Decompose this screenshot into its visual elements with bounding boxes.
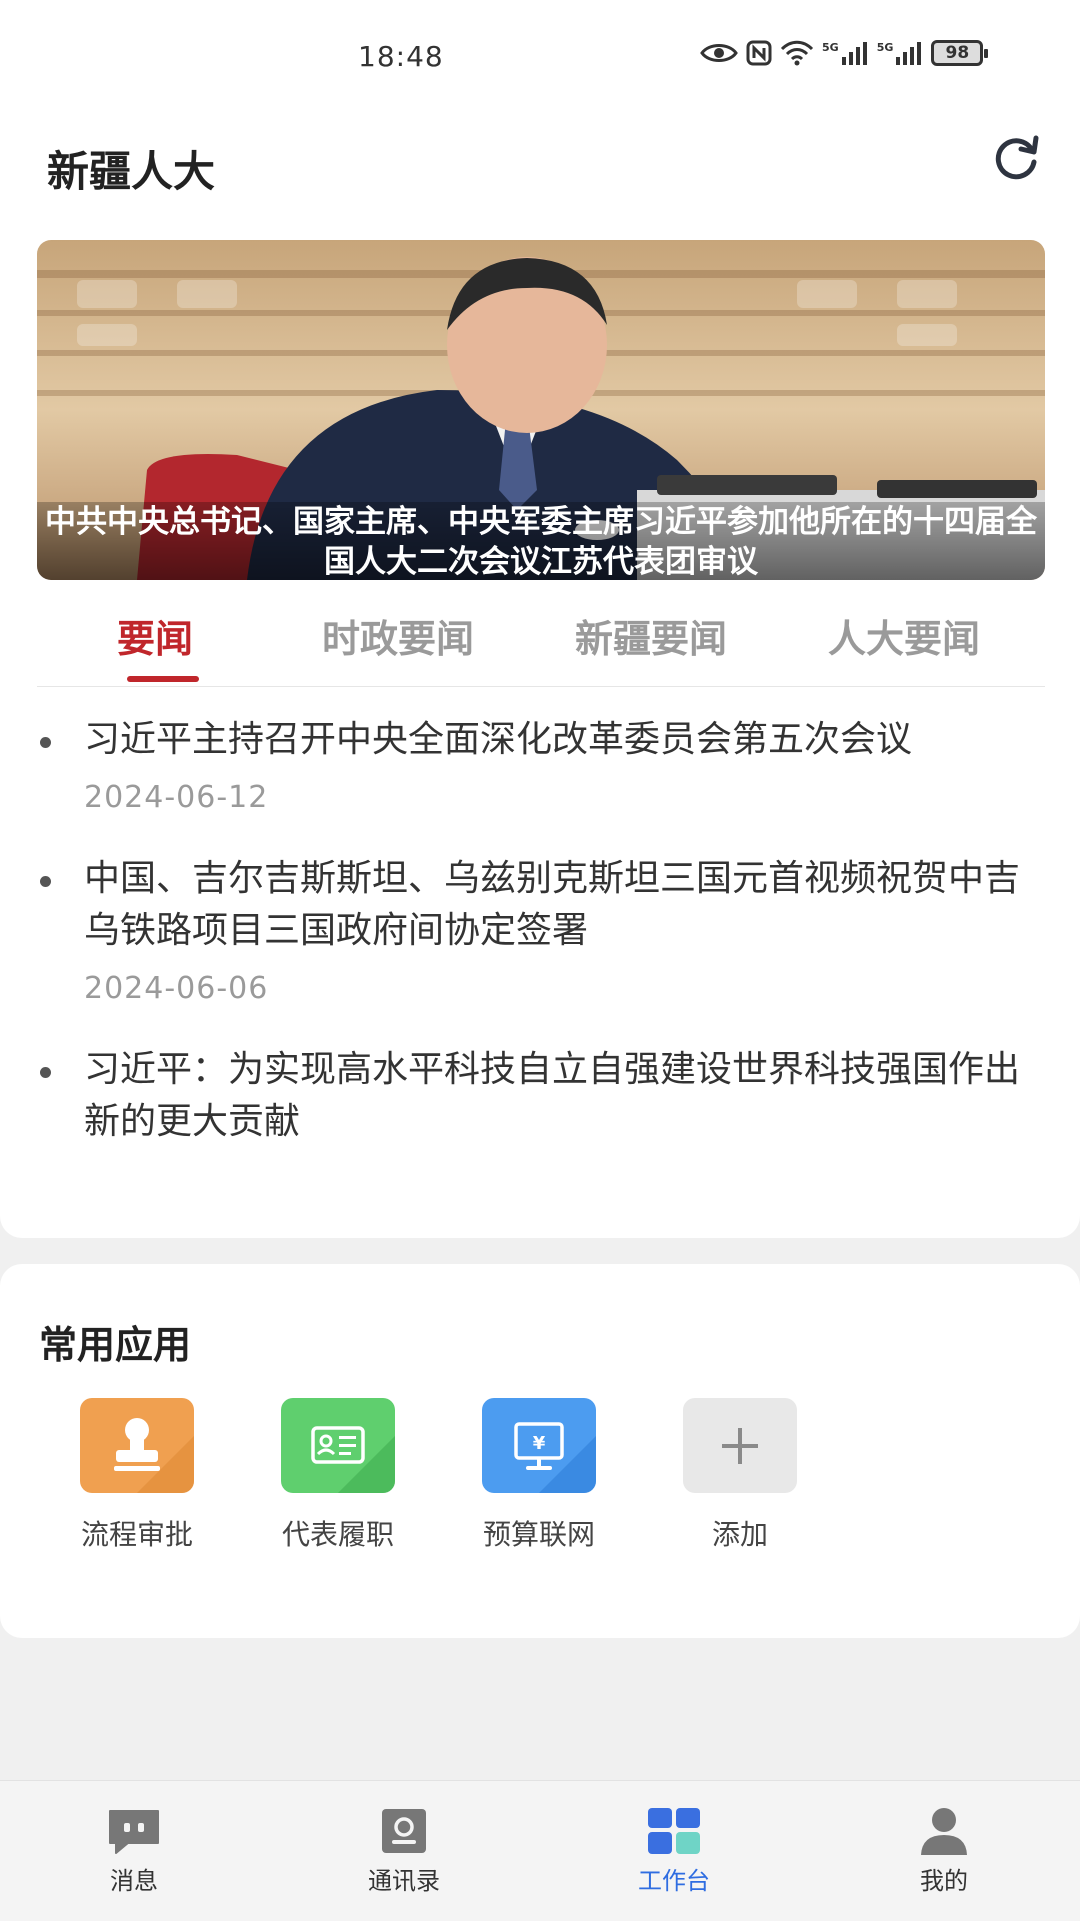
nav-workbench[interactable]: 工作台 [614, 1805, 734, 1896]
nav-label: 消息 [110, 1867, 158, 1895]
list-item[interactable]: 习近平主持召开中央全面深化改革委员会第五次会议 2024-06-12 [37, 714, 1045, 815]
apps-title: 常用应用 [39, 1323, 192, 1367]
nav-label: 工作台 [638, 1867, 710, 1895]
app-label: 预算联网 [482, 1518, 595, 1551]
bullet-icon [40, 1067, 51, 1078]
tab-npc[interactable]: 人大要闻 [828, 608, 980, 663]
nav-messages[interactable]: 消息 [74, 1805, 194, 1896]
page-title: 新疆人大 [47, 147, 216, 196]
banner-caption: 中共中央总书记、国家主席、中央军委主席习近平参加他所在的十四届全国人大二次会议江… [37, 502, 1045, 580]
status-bar: 18:48 5G 5G 98 [0, 0, 1080, 118]
id-card-icon [281, 1398, 395, 1493]
message-icon [106, 1805, 162, 1857]
bullet-icon [40, 737, 51, 748]
tab-politics[interactable]: 时政要闻 [322, 608, 474, 663]
news-title: 习近平：为实现高水平科技自立自强建设世界科技强国作出新的更大贡献 [84, 1049, 1021, 1142]
news-date: 2024-06-06 [84, 971, 269, 1006]
news-tabs: 要闻 时政要闻 新疆要闻 人大要闻 [37, 600, 1045, 687]
list-item[interactable]: 习近平：为实现高水平科技自立自强建设世界科技强国作出新的更大贡献 [37, 1044, 1045, 1148]
stamp-icon [80, 1398, 194, 1493]
profile-icon [916, 1805, 972, 1857]
nav-contacts[interactable]: 通讯录 [344, 1805, 464, 1896]
nfc-icon [746, 40, 772, 66]
eye-icon [700, 41, 738, 65]
list-item[interactable]: 中国、吉尔吉斯斯坦、乌兹别克斯坦三国元首视频祝贺中吉乌铁路项目三国政府间协定签署… [37, 853, 1045, 1006]
news-list: 习近平主持召开中央全面深化改革委员会第五次会议 2024-06-12 中国、吉尔… [37, 714, 1045, 1182]
app-label: 流程审批 [80, 1518, 193, 1551]
news-title: 习近平主持召开中央全面深化改革委员会第五次会议 [84, 719, 913, 760]
app-add[interactable]: 添加 [670, 1398, 810, 1553]
status-icons: 5G 5G 98 [700, 40, 989, 66]
plus-icon [683, 1398, 797, 1493]
wifi-icon [780, 40, 814, 66]
workbench-icon [646, 1805, 702, 1857]
app-deputy-duties[interactable]: 代表履职 [268, 1398, 408, 1553]
contacts-icon [376, 1805, 432, 1857]
tab-active-indicator [127, 676, 199, 682]
app-header: 新疆人大 [0, 118, 1080, 236]
app-budget-network[interactable]: ¥ 预算联网 [469, 1398, 609, 1553]
app-label: 代表履职 [281, 1518, 394, 1551]
svg-text:¥: ¥ [533, 1433, 546, 1454]
news-title: 中国、吉尔吉斯斯坦、乌兹别克斯坦三国元首视频祝贺中吉乌铁路项目三国政府间协定签署 [84, 858, 1021, 951]
nav-label: 我的 [920, 1867, 968, 1895]
nav-label: 通讯录 [368, 1867, 440, 1895]
signal-icon-2: 5G [877, 41, 924, 65]
bullet-icon [40, 876, 51, 887]
tab-xinjiang[interactable]: 新疆要闻 [575, 608, 727, 663]
apps-card: 常用应用 流程审批 代表履职 ¥ 预算联网 添加 [0, 1264, 1080, 1638]
news-date: 2024-06-12 [84, 780, 269, 815]
signal-icon: 5G [822, 41, 869, 65]
bottom-nav: 消息 通讯录 工作台 我的 [0, 1780, 1080, 1921]
nav-profile[interactable]: 我的 [884, 1805, 1004, 1896]
monitor-yuan-icon: ¥ [482, 1398, 596, 1493]
battery-level: 98 [945, 43, 970, 63]
battery-icon: 98 [931, 40, 989, 66]
app-workflow-approval[interactable]: 流程审批 [67, 1398, 207, 1553]
news-banner[interactable]: 中共中央总书记、国家主席、中央军委主席习近平参加他所在的十四届全国人大二次会议江… [37, 240, 1045, 580]
app-label: 添加 [711, 1518, 768, 1551]
tab-headlines[interactable]: 要闻 [117, 608, 193, 663]
refresh-icon[interactable] [988, 130, 1044, 186]
status-time: 18:48 [358, 40, 444, 73]
